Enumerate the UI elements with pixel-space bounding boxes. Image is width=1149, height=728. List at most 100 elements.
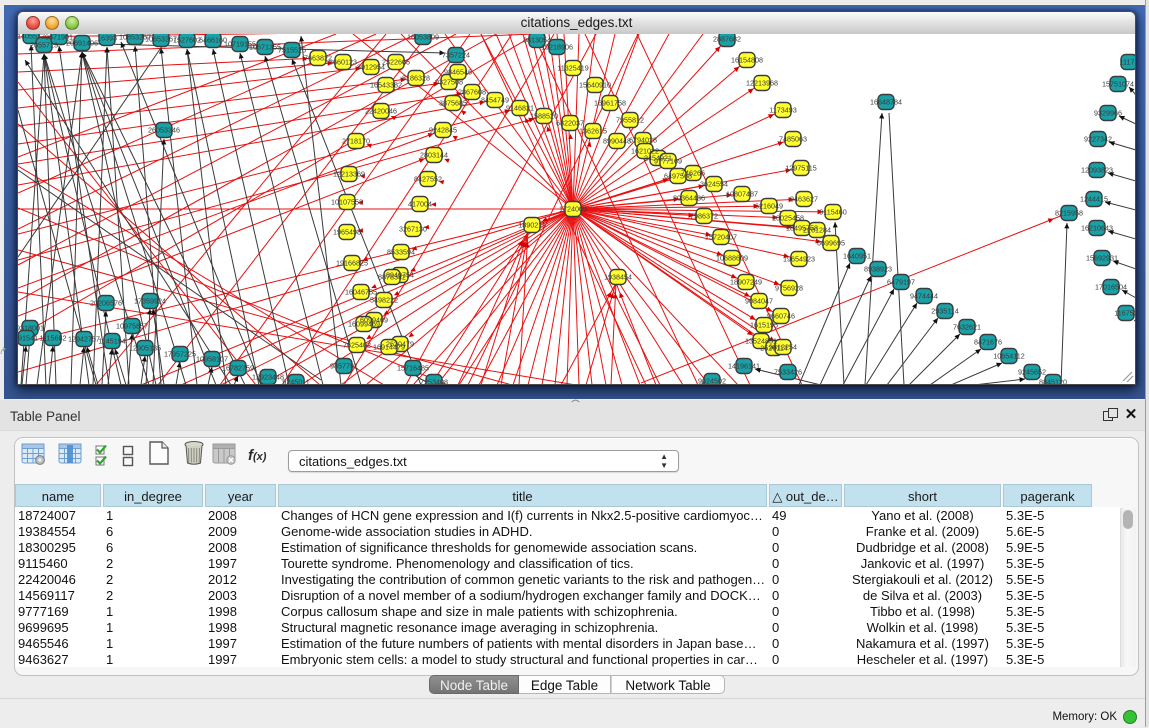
svg-text:16914479: 16914479 [373,343,405,352]
svg-text:15640910: 15640910 [579,81,611,90]
svg-text:3624554: 3624554 [700,180,728,189]
svg-text:10975857: 10975857 [116,322,148,331]
svg-text:18907249: 18907249 [730,278,762,287]
svg-text:9756928: 9756928 [775,284,803,293]
svg-text:16543382: 16543382 [370,81,402,90]
svg-text:1965498: 1965498 [333,228,361,237]
svg-text:9245652: 9245652 [1018,368,1046,377]
svg-text:6216049: 6216049 [755,202,783,211]
svg-text:2261284: 2261284 [803,226,831,235]
svg-text:20206576: 20206576 [90,299,122,308]
svg-text:6699695: 6699695 [817,239,845,248]
svg-text:8912954: 8912954 [357,63,385,72]
svg-text:3875685: 3875685 [439,99,467,108]
svg-text:9660746: 9660746 [767,312,795,321]
svg-text:10688609: 10688609 [716,254,748,263]
svg-text:8471676: 8471676 [974,338,1002,347]
svg-text:1244415: 1244415 [1080,195,1108,204]
svg-text:8427552: 8427552 [414,175,442,184]
svg-text:9812254: 9812254 [769,343,797,352]
svg-text:2935114: 2935114 [931,307,958,316]
svg-text:2718170: 2718170 [342,137,370,146]
svg-text:9024502: 9024502 [698,377,726,385]
svg-text:11172: 11172 [1120,58,1135,67]
svg-text:8454749: 8454749 [481,96,509,105]
svg-text:10107553: 10107553 [331,198,363,207]
svg-text:10025458: 10025458 [772,214,804,223]
svg-text:1145194: 1145194 [98,337,125,346]
svg-text:15751074: 15751074 [1102,80,1134,89]
svg-text:19654923: 19654923 [783,255,815,264]
svg-text:6794028: 6794028 [629,136,657,145]
svg-text:16154808: 16154808 [731,56,763,65]
svg-text:7485063: 7485063 [779,135,807,144]
svg-text:22420046: 22420046 [365,107,397,116]
svg-text:17016504: 17016504 [1095,283,1127,292]
svg-text:9777169: 9777169 [654,157,682,166]
svg-text:7253408: 7253408 [420,378,448,385]
svg-text:26053346: 26053346 [148,126,180,135]
svg-text:1890211: 1890211 [518,221,545,230]
svg-text:9084047: 9084047 [745,297,773,306]
svg-text:16961758: 16961758 [594,99,626,108]
svg-text:116753: 116753 [1114,309,1135,318]
svg-text:8938923: 8938923 [864,265,892,274]
svg-text:8215958: 8215958 [1055,209,1083,218]
svg-text:7515525: 7515525 [278,46,306,55]
svg-text:417004: 417004 [408,200,432,209]
svg-text:7632621: 7632621 [953,323,981,332]
svg-text:16053809: 16053809 [407,34,439,42]
svg-text:2887682: 2887682 [713,35,741,44]
svg-text:9474444: 9474444 [910,292,938,301]
svg-text:9318001: 9318001 [18,324,44,333]
svg-text:9846546: 9846546 [444,68,472,77]
svg-text:16782759: 16782759 [222,364,254,373]
svg-text:2055713: 2055713 [30,41,58,50]
svg-text:10654112: 10654112 [993,352,1024,361]
svg-text:2322605: 2322605 [382,58,410,67]
svg-text:7357224: 7357224 [442,51,470,60]
svg-text:9242845: 9242845 [429,126,457,135]
svg-text:1115682: 1115682 [40,334,67,343]
svg-text:8186328: 8186328 [402,74,430,83]
svg-text:12942757: 12942757 [68,335,100,344]
svg-text:9857791: 9857791 [330,362,358,371]
svg-text:1173493: 1173493 [769,106,796,115]
svg-text:15692931: 15692931 [1086,254,1118,263]
svg-text:6479197: 6479197 [887,278,915,287]
svg-text:1640951: 1640951 [843,252,871,261]
svg-text:1588520: 1588520 [530,112,558,121]
svg-text:1615195: 1615195 [750,321,778,330]
svg-text:1362615: 1362615 [579,127,607,136]
svg-text:12213968: 12213968 [746,79,778,88]
svg-text:12923448: 12923448 [252,373,284,382]
svg-text:17957225: 17957225 [164,350,196,359]
svg-text:9245011: 9245011 [282,378,309,385]
svg-text:15720407: 15720407 [705,233,737,242]
svg-text:20691406: 20691406 [66,39,98,48]
svg-text:17359924: 17359924 [134,297,166,306]
svg-text:20364436: 20364436 [673,194,705,203]
svg-text:19218906: 19218906 [541,43,573,52]
svg-text:12213369: 12213369 [333,170,365,179]
svg-text:10671355: 10671355 [249,43,281,52]
svg-text:12975115: 12975115 [785,164,816,173]
svg-text:7533426: 7533426 [774,368,802,377]
svg-text:5498222: 5498222 [370,296,398,305]
svg-text:2803144: 2803144 [420,151,448,160]
svg-text:19166825: 19166825 [336,259,368,268]
svg-text:16648784: 16648784 [870,98,902,107]
svg-text:1938454: 1938454 [604,273,632,282]
svg-text:8533594: 8533594 [387,248,415,257]
svg-text:12093823: 12093823 [1081,166,1113,175]
svg-text:12905135: 12905135 [129,344,161,353]
svg-text:11325419: 11325419 [557,64,588,73]
svg-text:14196141: 14196141 [728,362,760,371]
svg-text:15716485: 15716485 [397,364,429,373]
svg-text:8660123: 8660123 [329,58,357,67]
svg-text:8878342: 8878342 [378,273,406,282]
svg-text:9327508: 9327508 [435,78,463,87]
svg-text:7986372: 7986372 [690,212,718,221]
svg-text:6466160: 6466160 [199,36,227,45]
svg-text:8845120: 8845120 [1039,378,1067,385]
